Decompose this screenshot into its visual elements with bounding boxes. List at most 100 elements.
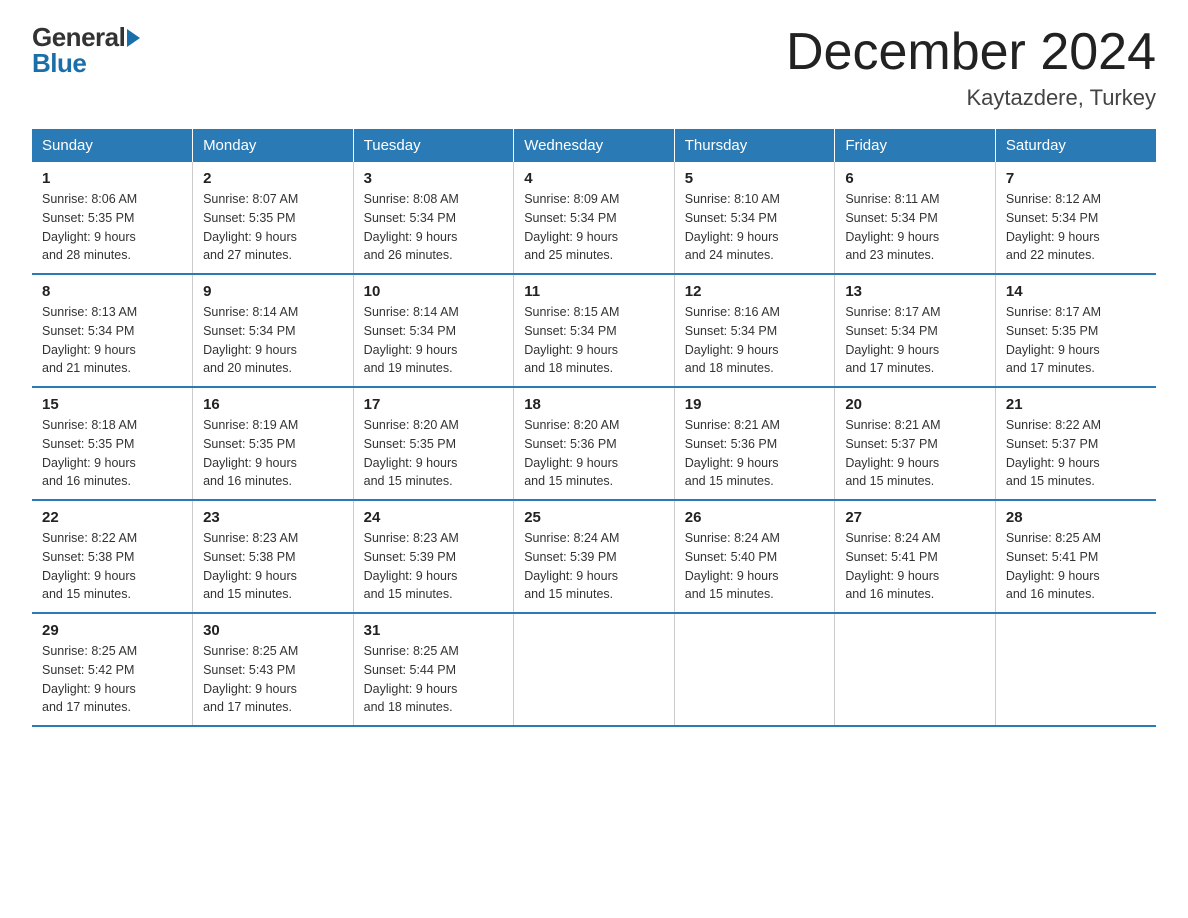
calendar-cell: 18 Sunrise: 8:20 AM Sunset: 5:36 PM Dayli… bbox=[514, 387, 675, 500]
day-info: Sunrise: 8:17 AM Sunset: 5:34 PM Dayligh… bbox=[845, 303, 985, 378]
calendar-table: SundayMondayTuesdayWednesdayThursdayFrid… bbox=[32, 129, 1156, 727]
day-info: Sunrise: 8:17 AM Sunset: 5:35 PM Dayligh… bbox=[1006, 303, 1146, 378]
calendar-cell: 1 Sunrise: 8:06 AM Sunset: 5:35 PM Daylig… bbox=[32, 162, 193, 274]
day-number: 30 bbox=[203, 622, 343, 639]
day-info: Sunrise: 8:15 AM Sunset: 5:34 PM Dayligh… bbox=[524, 303, 664, 378]
calendar-week-2: 8 Sunrise: 8:13 AM Sunset: 5:34 PM Daylig… bbox=[32, 274, 1156, 387]
calendar-cell: 16 Sunrise: 8:19 AM Sunset: 5:35 PM Dayli… bbox=[193, 387, 354, 500]
title-area: December 2024 Kaytazdere, Turkey bbox=[786, 24, 1156, 111]
calendar-week-5: 29 Sunrise: 8:25 AM Sunset: 5:42 PM Dayli… bbox=[32, 613, 1156, 726]
day-info: Sunrise: 8:16 AM Sunset: 5:34 PM Dayligh… bbox=[685, 303, 825, 378]
day-number: 10 bbox=[364, 283, 504, 300]
weekday-header-monday: Monday bbox=[193, 129, 354, 162]
calendar-cell bbox=[674, 613, 835, 726]
logo-blue-text: Blue bbox=[32, 50, 86, 76]
weekday-header-saturday: Saturday bbox=[995, 129, 1156, 162]
day-info: Sunrise: 8:10 AM Sunset: 5:34 PM Dayligh… bbox=[685, 190, 825, 265]
day-info: Sunrise: 8:19 AM Sunset: 5:35 PM Dayligh… bbox=[203, 416, 343, 491]
page-header: General Blue December 2024 Kaytazdere, T… bbox=[32, 24, 1156, 111]
page-title: December 2024 bbox=[786, 24, 1156, 81]
page-subtitle: Kaytazdere, Turkey bbox=[786, 85, 1156, 111]
calendar-cell: 3 Sunrise: 8:08 AM Sunset: 5:34 PM Daylig… bbox=[353, 162, 514, 274]
calendar-week-4: 22 Sunrise: 8:22 AM Sunset: 5:38 PM Dayli… bbox=[32, 500, 1156, 613]
calendar-cell: 11 Sunrise: 8:15 AM Sunset: 5:34 PM Dayli… bbox=[514, 274, 675, 387]
day-info: Sunrise: 8:21 AM Sunset: 5:37 PM Dayligh… bbox=[845, 416, 985, 491]
calendar-cell: 7 Sunrise: 8:12 AM Sunset: 5:34 PM Daylig… bbox=[995, 162, 1156, 274]
calendar-cell bbox=[514, 613, 675, 726]
calendar-cell: 29 Sunrise: 8:25 AM Sunset: 5:42 PM Dayli… bbox=[32, 613, 193, 726]
day-number: 11 bbox=[524, 283, 664, 300]
day-info: Sunrise: 8:12 AM Sunset: 5:34 PM Dayligh… bbox=[1006, 190, 1146, 265]
day-info: Sunrise: 8:11 AM Sunset: 5:34 PM Dayligh… bbox=[845, 190, 985, 265]
logo: General Blue bbox=[32, 24, 140, 76]
day-info: Sunrise: 8:20 AM Sunset: 5:36 PM Dayligh… bbox=[524, 416, 664, 491]
calendar-cell: 23 Sunrise: 8:23 AM Sunset: 5:38 PM Dayli… bbox=[193, 500, 354, 613]
day-info: Sunrise: 8:22 AM Sunset: 5:37 PM Dayligh… bbox=[1006, 416, 1146, 491]
day-number: 20 bbox=[845, 396, 985, 413]
day-info: Sunrise: 8:24 AM Sunset: 5:40 PM Dayligh… bbox=[685, 529, 825, 604]
calendar-cell: 31 Sunrise: 8:25 AM Sunset: 5:44 PM Dayli… bbox=[353, 613, 514, 726]
day-info: Sunrise: 8:21 AM Sunset: 5:36 PM Dayligh… bbox=[685, 416, 825, 491]
calendar-cell: 20 Sunrise: 8:21 AM Sunset: 5:37 PM Dayli… bbox=[835, 387, 996, 500]
day-number: 18 bbox=[524, 396, 664, 413]
day-info: Sunrise: 8:22 AM Sunset: 5:38 PM Dayligh… bbox=[42, 529, 182, 604]
calendar-cell bbox=[835, 613, 996, 726]
calendar-cell: 9Sunrise: 8:14 AM Sunset: 5:34 PM Daylig… bbox=[193, 274, 354, 387]
day-number: 31 bbox=[364, 622, 504, 639]
day-number: 21 bbox=[1006, 396, 1146, 413]
weekday-header-wednesday: Wednesday bbox=[514, 129, 675, 162]
day-info: Sunrise: 8:25 AM Sunset: 5:44 PM Dayligh… bbox=[364, 642, 504, 717]
weekday-header-tuesday: Tuesday bbox=[353, 129, 514, 162]
calendar-cell: 6 Sunrise: 8:11 AM Sunset: 5:34 PM Daylig… bbox=[835, 162, 996, 274]
calendar-cell: 2 Sunrise: 8:07 AM Sunset: 5:35 PM Daylig… bbox=[193, 162, 354, 274]
day-number: 26 bbox=[685, 509, 825, 526]
day-number: 16 bbox=[203, 396, 343, 413]
day-number: 12 bbox=[685, 283, 825, 300]
day-number: 24 bbox=[364, 509, 504, 526]
day-info: Sunrise: 8:23 AM Sunset: 5:38 PM Dayligh… bbox=[203, 529, 343, 604]
day-number: 17 bbox=[364, 396, 504, 413]
day-number: 22 bbox=[42, 509, 182, 526]
day-info: Sunrise: 8:08 AM Sunset: 5:34 PM Dayligh… bbox=[364, 190, 504, 265]
calendar-cell: 15 Sunrise: 8:18 AM Sunset: 5:35 PM Dayli… bbox=[32, 387, 193, 500]
calendar-cell: 10 Sunrise: 8:14 AM Sunset: 5:34 PM Dayli… bbox=[353, 274, 514, 387]
calendar-cell: 24 Sunrise: 8:23 AM Sunset: 5:39 PM Dayli… bbox=[353, 500, 514, 613]
calendar-cell: 17 Sunrise: 8:20 AM Sunset: 5:35 PM Dayli… bbox=[353, 387, 514, 500]
day-number: 15 bbox=[42, 396, 182, 413]
day-number: 19 bbox=[685, 396, 825, 413]
day-info: Sunrise: 8:25 AM Sunset: 5:42 PM Dayligh… bbox=[42, 642, 182, 717]
calendar-cell: 5 Sunrise: 8:10 AM Sunset: 5:34 PM Daylig… bbox=[674, 162, 835, 274]
calendar-cell: 14 Sunrise: 8:17 AM Sunset: 5:35 PM Dayli… bbox=[995, 274, 1156, 387]
day-number: 2 bbox=[203, 170, 343, 187]
day-number: 25 bbox=[524, 509, 664, 526]
day-number: 3 bbox=[364, 170, 504, 187]
calendar-cell: 26 Sunrise: 8:24 AM Sunset: 5:40 PM Dayli… bbox=[674, 500, 835, 613]
calendar-cell: 12 Sunrise: 8:16 AM Sunset: 5:34 PM Dayli… bbox=[674, 274, 835, 387]
day-info: Sunrise: 8:07 AM Sunset: 5:35 PM Dayligh… bbox=[203, 190, 343, 265]
calendar-cell: 28Sunrise: 8:25 AM Sunset: 5:41 PM Dayli… bbox=[995, 500, 1156, 613]
day-info: Sunrise: 8:23 AM Sunset: 5:39 PM Dayligh… bbox=[364, 529, 504, 604]
day-number: 6 bbox=[845, 170, 985, 187]
day-number: 29 bbox=[42, 622, 182, 639]
calendar-week-3: 15 Sunrise: 8:18 AM Sunset: 5:35 PM Dayli… bbox=[32, 387, 1156, 500]
day-info: Sunrise: 8:14 AM Sunset: 5:34 PM Dayligh… bbox=[364, 303, 504, 378]
day-number: 14 bbox=[1006, 283, 1146, 300]
day-number: 7 bbox=[1006, 170, 1146, 187]
day-number: 23 bbox=[203, 509, 343, 526]
calendar-cell: 4Sunrise: 8:09 AM Sunset: 5:34 PM Daylig… bbox=[514, 162, 675, 274]
day-info: Sunrise: 8:13 AM Sunset: 5:34 PM Dayligh… bbox=[42, 303, 182, 378]
day-number: 1 bbox=[42, 170, 182, 187]
day-info: Sunrise: 8:25 AM Sunset: 5:41 PM Dayligh… bbox=[1006, 529, 1146, 604]
calendar-cell: 27Sunrise: 8:24 AM Sunset: 5:41 PM Dayli… bbox=[835, 500, 996, 613]
day-info: Sunrise: 8:18 AM Sunset: 5:35 PM Dayligh… bbox=[42, 416, 182, 491]
day-info: Sunrise: 8:06 AM Sunset: 5:35 PM Dayligh… bbox=[42, 190, 182, 265]
day-info: Sunrise: 8:20 AM Sunset: 5:35 PM Dayligh… bbox=[364, 416, 504, 491]
calendar-cell: 25 Sunrise: 8:24 AM Sunset: 5:39 PM Dayli… bbox=[514, 500, 675, 613]
day-number: 5 bbox=[685, 170, 825, 187]
calendar-cell bbox=[995, 613, 1156, 726]
day-info: Sunrise: 8:24 AM Sunset: 5:39 PM Dayligh… bbox=[524, 529, 664, 604]
weekday-header-friday: Friday bbox=[835, 129, 996, 162]
calendar-cell: 22 Sunrise: 8:22 AM Sunset: 5:38 PM Dayli… bbox=[32, 500, 193, 613]
day-number: 8 bbox=[42, 283, 182, 300]
logo-arrow-icon bbox=[127, 29, 140, 47]
